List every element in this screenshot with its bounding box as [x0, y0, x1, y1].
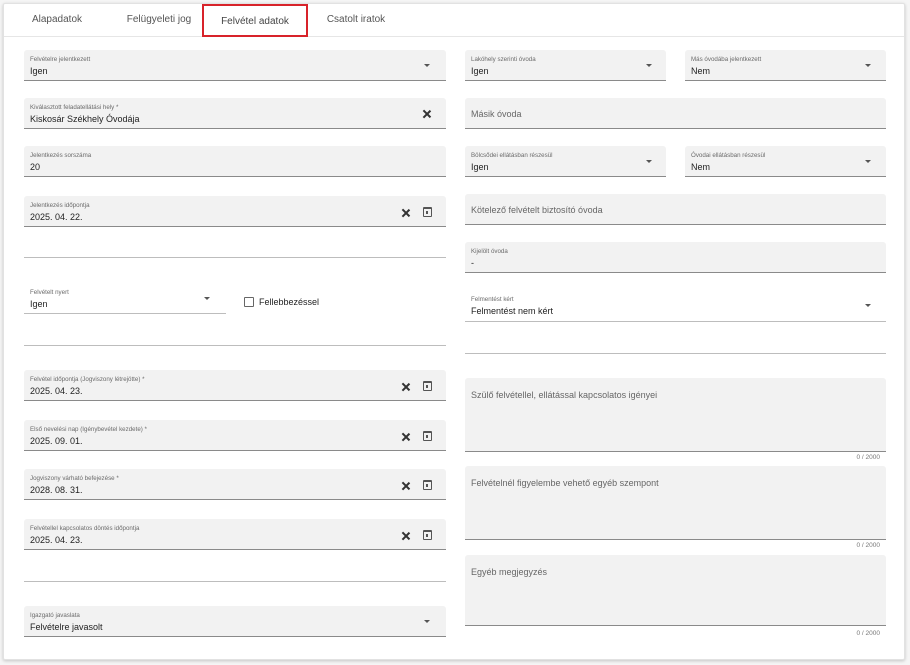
jelentkezes-idopontja-date[interactable]: Jelentkezés időpontja 2025. 04. 22.: [24, 196, 446, 227]
field-value: -: [471, 258, 474, 268]
bolcsodei-select[interactable]: Bölcsődei ellátásban részesül Igen: [465, 146, 666, 177]
field-placeholder: Szülő felvétellel, ellátással kapcsolato…: [471, 390, 658, 400]
szulo-igenyei-textarea[interactable]: Szülő felvétellel, ellátással kapcsolato…: [465, 378, 886, 452]
field-label: Felvételt nyert: [30, 289, 69, 296]
close-icon[interactable]: [401, 382, 411, 392]
field-value: Nem: [691, 66, 711, 76]
calendar-icon[interactable]: [423, 480, 432, 490]
field-placeholder: Másik óvoda: [471, 109, 522, 119]
field-value: 2028. 08. 31.: [30, 485, 83, 495]
jelentkezes-sorszama-input[interactable]: Jelentkezés sorszáma 20: [24, 146, 446, 177]
caret-down-icon[interactable]: [204, 297, 210, 300]
tab-felugyeleti-jog[interactable]: Felügyeleti jog: [116, 4, 202, 37]
field-label: Óvodai ellátásban részesül: [691, 152, 766, 159]
felmentest-kert-select[interactable]: Felmentést kért Felmentést nem kért: [465, 290, 886, 322]
field-value: Felmentést nem kért: [471, 306, 554, 316]
felvetelre-jelentkezett-select[interactable]: Felvételre jelentkezett Igen: [24, 50, 446, 81]
field-value: Igen: [30, 299, 48, 309]
tab-felvetel-adatok[interactable]: Felvétel adatok: [202, 4, 308, 37]
field-label: Jelentkezés időpontja: [30, 202, 90, 209]
kijelolt-ovoda-field: Kijelölt óvoda -: [465, 242, 886, 273]
close-icon[interactable]: [422, 109, 432, 119]
char-counter: 0 / 2000: [856, 454, 881, 461]
field-value: Igen: [30, 66, 48, 76]
caret-down-icon[interactable]: [865, 64, 871, 67]
egyeb-megjegyzes-textarea[interactable]: Egyéb megjegyzés: [465, 555, 886, 626]
close-icon[interactable]: [401, 208, 411, 218]
field-label: Más óvodába jelentkezett: [691, 56, 762, 63]
masik-ovoda-input[interactable]: Másik óvoda: [465, 98, 886, 129]
ovodai-select[interactable]: Óvodai ellátásban részesül Nem: [685, 146, 886, 177]
fellebbezessel-label: Fellebbezéssel: [259, 297, 320, 307]
field-label: Első nevelési nap (Igénybevétel kezdete)…: [30, 426, 147, 433]
empty-spacer-field: [24, 232, 446, 258]
field-value: 2025. 09. 01.: [30, 436, 83, 446]
field-value: Nem: [691, 162, 711, 172]
form-card: Alapadatok Felügyeleti jog Felvétel adat…: [3, 3, 905, 660]
field-value: Igen: [471, 162, 489, 172]
caret-down-icon[interactable]: [424, 64, 430, 67]
tab-bar: Alapadatok Felügyeleti jog Felvétel adat…: [4, 4, 904, 37]
calendar-icon[interactable]: [423, 530, 432, 540]
field-value: Kiskosár Székhely Óvodája: [30, 114, 140, 124]
caret-down-icon[interactable]: [646, 64, 652, 67]
feladatellatasi-hely-select[interactable]: Kiválasztott feladatellátási hely * Kisk…: [24, 98, 446, 129]
calendar-icon[interactable]: [423, 207, 432, 217]
tab-csatolt-iratok[interactable]: Csatolt iratok: [316, 4, 396, 37]
field-value: Felvételre javasolt: [30, 622, 103, 632]
empty-spacer-field: [465, 328, 886, 354]
calendar-icon[interactable]: [423, 431, 432, 441]
field-label: Jelentkezés sorszáma: [30, 152, 92, 159]
fellebbezessel-checkbox[interactable]: [244, 297, 254, 307]
lakohely-ovoda-select[interactable]: Lakóhely szerinti óvoda Igen: [465, 50, 666, 81]
igazgato-javaslata-select[interactable]: Igazgató javaslata Felvételre javasolt: [24, 606, 446, 637]
calendar-icon[interactable]: [423, 381, 432, 391]
close-icon[interactable]: [401, 481, 411, 491]
field-label: Felmentést kért: [471, 296, 514, 303]
felvetelt-nyert-select[interactable]: Felvételt nyert Igen: [24, 283, 226, 314]
field-label: Bölcsődei ellátásban részesül: [471, 152, 553, 159]
field-label: Kijelölt óvoda: [471, 248, 508, 255]
field-label: Kiválasztott feladatellátási hely *: [30, 104, 119, 111]
caret-down-icon[interactable]: [865, 160, 871, 163]
field-label: Felvétel időpontja (Jogviszony létrejött…: [30, 376, 145, 383]
field-label: Felvételre jelentkezett: [30, 56, 91, 63]
caret-down-icon[interactable]: [865, 304, 871, 307]
felvetel-idopontja-date[interactable]: Felvétel időpontja (Jogviszony létrejött…: [24, 370, 446, 401]
field-placeholder: Felvételnél figyelembe vehető egyéb szem…: [471, 478, 659, 488]
field-value: Igen: [471, 66, 489, 76]
close-icon[interactable]: [401, 432, 411, 442]
kotelezo-ovoda-input[interactable]: Kötelező felvételt biztosító óvoda: [465, 194, 886, 225]
field-label: Lakóhely szerinti óvoda: [471, 56, 536, 63]
field-value: 2025. 04. 22.: [30, 212, 83, 222]
tab-alapadatok[interactable]: Alapadatok: [22, 4, 92, 37]
dontes-idopontja-date[interactable]: Felvétellel kapcsolatos döntés időpontja…: [24, 519, 446, 550]
caret-down-icon[interactable]: [424, 620, 430, 623]
field-label: Felvétellel kapcsolatos döntés időpontja: [30, 525, 140, 532]
field-label: Jogviszony várható befejezése *: [30, 475, 119, 482]
caret-down-icon[interactable]: [646, 160, 652, 163]
mas-ovodaba-select[interactable]: Más óvodába jelentkezett Nem: [685, 50, 886, 81]
close-icon[interactable]: [401, 531, 411, 541]
field-value: 2025. 04. 23.: [30, 386, 83, 396]
char-counter: 0 / 2000: [856, 630, 881, 637]
egyeb-szempont-textarea[interactable]: Felvételnél figyelembe vehető egyéb szem…: [465, 466, 886, 540]
field-label: Igazgató javaslata: [30, 612, 80, 619]
jogviszony-befejezese-date[interactable]: Jogviszony várható befejezése * 2028. 08…: [24, 469, 446, 500]
elso-nevelesi-nap-date[interactable]: Első nevelési nap (Igénybevétel kezdete)…: [24, 420, 446, 451]
field-value: 20: [30, 162, 41, 172]
char-counter: 0 / 2000: [856, 542, 881, 549]
empty-spacer-field: [24, 556, 446, 582]
field-placeholder: Kötelező felvételt biztosító óvoda: [471, 205, 603, 215]
field-value: 2025. 04. 23.: [30, 535, 83, 545]
field-placeholder: Egyéb megjegyzés: [471, 567, 548, 577]
empty-spacer-field: [24, 320, 446, 346]
